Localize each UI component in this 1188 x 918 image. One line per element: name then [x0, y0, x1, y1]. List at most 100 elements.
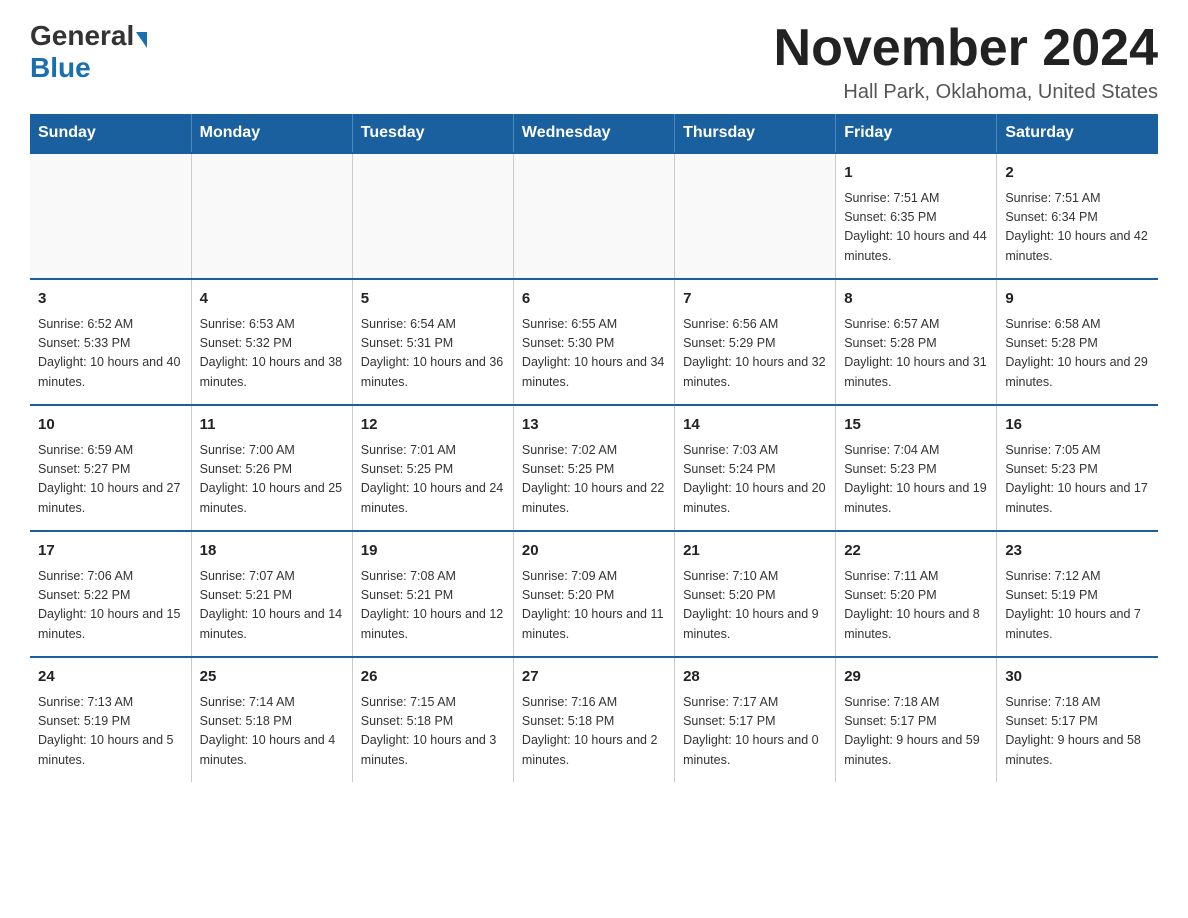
calendar-cell: 12 Sunrise: 7:01 AMSunset: 5:25 PMDayligh… [352, 405, 513, 531]
day-number: 30 [1005, 666, 1150, 689]
day-info: Sunrise: 6:55 AMSunset: 5:30 PMDaylight:… [522, 315, 666, 393]
calendar-cell: 8Sunrise: 6:57 AMSunset: 5:28 PMDaylight… [836, 279, 997, 405]
month-title: November 2024 [774, 20, 1158, 77]
day-info: Sunrise: 6:54 AMSunset: 5:31 PMDaylight:… [361, 315, 505, 393]
day-info: Sunrise: 7:17 AMSunset: 5:17 PMDaylight:… [683, 693, 827, 771]
day-number: 10 [38, 414, 183, 437]
day-info: Sunrise: 7:04 AMSunset: 5:23 PMDaylight:… [844, 441, 988, 519]
title-block: November 2024 Hall Park, Oklahoma, Unite… [774, 20, 1158, 104]
day-number: 4 [200, 288, 344, 311]
header-wednesday: Wednesday [513, 114, 674, 153]
calendar-cell: 17Sunrise: 7:06 AMSunset: 5:22 PMDayligh… [30, 531, 191, 657]
day-info: Sunrise: 7:10 AMSunset: 5:20 PMDaylight:… [683, 567, 827, 645]
day-info: Sunrise: 7:05 AMSunset: 5:23 PMDaylight:… [1005, 441, 1150, 519]
calendar-body: 1 Sunrise: 7:51 AMSunset: 6:35 PMDaylight… [30, 153, 1158, 782]
calendar-cell: 14Sunrise: 7:03 AMSunset: 5:24 PMDayligh… [675, 405, 836, 531]
day-info: Sunrise: 6:58 AMSunset: 5:28 PMDaylight:… [1005, 315, 1150, 393]
calendar-cell: 6 Sunrise: 6:55 AMSunset: 5:30 PMDaylight… [513, 279, 674, 405]
day-number: 16 [1005, 414, 1150, 437]
day-number: 2 [1005, 162, 1150, 185]
day-info: Sunrise: 7:15 AMSunset: 5:18 PMDaylight:… [361, 693, 505, 771]
day-info: Sunrise: 7:00 AMSunset: 5:26 PMDaylight:… [200, 441, 344, 519]
day-info: Sunrise: 6:56 AMSunset: 5:29 PMDaylight:… [683, 315, 827, 393]
day-info: Sunrise: 6:57 AMSunset: 5:28 PMDaylight:… [844, 315, 988, 393]
calendar-cell: 23 Sunrise: 7:12 AMSunset: 5:19 PMDayligh… [997, 531, 1158, 657]
day-number: 21 [683, 540, 827, 563]
calendar-cell: 15 Sunrise: 7:04 AMSunset: 5:23 PMDayligh… [836, 405, 997, 531]
calendar-cell: 30Sunrise: 7:18 AMSunset: 5:17 PMDayligh… [997, 657, 1158, 782]
day-info: Sunrise: 7:09 AMSunset: 5:20 PMDaylight:… [522, 567, 666, 645]
header-saturday: Saturday [997, 114, 1158, 153]
day-number: 12 [361, 414, 505, 437]
day-info: Sunrise: 7:12 AMSunset: 5:19 PMDaylight:… [1005, 567, 1150, 645]
day-number: 11 [200, 414, 344, 437]
calendar-cell: 22 Sunrise: 7:11 AMSunset: 5:20 PMDayligh… [836, 531, 997, 657]
calendar-week-4: 17Sunrise: 7:06 AMSunset: 5:22 PMDayligh… [30, 531, 1158, 657]
header-thursday: Thursday [675, 114, 836, 153]
day-number: 9 [1005, 288, 1150, 311]
calendar-cell: 1 Sunrise: 7:51 AMSunset: 6:35 PMDaylight… [836, 153, 997, 279]
day-info: Sunrise: 7:06 AMSunset: 5:22 PMDaylight:… [38, 567, 183, 645]
day-info: Sunrise: 7:01 AMSunset: 5:25 PMDaylight:… [361, 441, 505, 519]
day-number: 26 [361, 666, 505, 689]
calendar-cell: 16 Sunrise: 7:05 AMSunset: 5:23 PMDayligh… [997, 405, 1158, 531]
day-number: 28 [683, 666, 827, 689]
day-number: 25 [200, 666, 344, 689]
day-number: 5 [361, 288, 505, 311]
calendar-cell: 19 Sunrise: 7:08 AMSunset: 5:21 PMDayligh… [352, 531, 513, 657]
calendar-cell: 28 Sunrise: 7:17 AMSunset: 5:17 PMDayligh… [675, 657, 836, 782]
day-number: 15 [844, 414, 988, 437]
day-info: Sunrise: 6:59 AMSunset: 5:27 PMDaylight:… [38, 441, 183, 519]
calendar-cell: 5 Sunrise: 6:54 AMSunset: 5:31 PMDaylight… [352, 279, 513, 405]
logo: General Blue [30, 20, 147, 84]
calendar-cell: 20 Sunrise: 7:09 AMSunset: 5:20 PMDayligh… [513, 531, 674, 657]
day-info: Sunrise: 7:18 AMSunset: 5:17 PMDaylight:… [844, 693, 988, 771]
day-number: 13 [522, 414, 666, 437]
day-info: Sunrise: 7:07 AMSunset: 5:21 PMDaylight:… [200, 567, 344, 645]
day-number: 20 [522, 540, 666, 563]
day-info: Sunrise: 7:51 AMSunset: 6:35 PMDaylight:… [844, 189, 988, 267]
day-number: 23 [1005, 540, 1150, 563]
calendar-cell: 3Sunrise: 6:52 AMSunset: 5:33 PMDaylight… [30, 279, 191, 405]
day-info: Sunrise: 7:14 AMSunset: 5:18 PMDaylight:… [200, 693, 344, 771]
calendar-table: Sunday Monday Tuesday Wednesday Thursday… [30, 114, 1158, 782]
logo-blue-text: Blue [30, 52, 91, 84]
calendar-cell [513, 153, 674, 279]
day-number: 29 [844, 666, 988, 689]
day-info: Sunrise: 6:52 AMSunset: 5:33 PMDaylight:… [38, 315, 183, 393]
logo-arrow-icon [136, 32, 147, 48]
calendar-cell [352, 153, 513, 279]
logo-general-text: General [30, 20, 134, 52]
day-number: 6 [522, 288, 666, 311]
day-number: 18 [200, 540, 344, 563]
header-tuesday: Tuesday [352, 114, 513, 153]
calendar-cell: 2Sunrise: 7:51 AMSunset: 6:34 PMDaylight… [997, 153, 1158, 279]
day-number: 27 [522, 666, 666, 689]
calendar-cell: 25 Sunrise: 7:14 AMSunset: 5:18 PMDayligh… [191, 657, 352, 782]
day-info: Sunrise: 7:13 AMSunset: 5:19 PMDaylight:… [38, 693, 183, 771]
location-subtitle: Hall Park, Oklahoma, United States [774, 81, 1158, 104]
day-info: Sunrise: 7:03 AMSunset: 5:24 PMDaylight:… [683, 441, 827, 519]
calendar-week-1: 1 Sunrise: 7:51 AMSunset: 6:35 PMDaylight… [30, 153, 1158, 279]
header-monday: Monday [191, 114, 352, 153]
calendar-header-row: Sunday Monday Tuesday Wednesday Thursday… [30, 114, 1158, 153]
calendar-cell: 7Sunrise: 6:56 AMSunset: 5:29 PMDaylight… [675, 279, 836, 405]
day-info: Sunrise: 7:08 AMSunset: 5:21 PMDaylight:… [361, 567, 505, 645]
day-info: Sunrise: 7:16 AMSunset: 5:18 PMDaylight:… [522, 693, 666, 771]
calendar-cell [675, 153, 836, 279]
day-number: 1 [844, 162, 988, 185]
day-number: 24 [38, 666, 183, 689]
calendar-cell [191, 153, 352, 279]
day-number: 19 [361, 540, 505, 563]
day-number: 22 [844, 540, 988, 563]
day-info: Sunrise: 7:11 AMSunset: 5:20 PMDaylight:… [844, 567, 988, 645]
page-header: General Blue November 2024 Hall Park, Ok… [30, 20, 1158, 104]
calendar-cell: 26 Sunrise: 7:15 AMSunset: 5:18 PMDayligh… [352, 657, 513, 782]
calendar-cell: 29 Sunrise: 7:18 AMSunset: 5:17 PMDayligh… [836, 657, 997, 782]
calendar-cell: 27 Sunrise: 7:16 AMSunset: 5:18 PMDayligh… [513, 657, 674, 782]
calendar-cell: 13 Sunrise: 7:02 AMSunset: 5:25 PMDayligh… [513, 405, 674, 531]
calendar-cell [30, 153, 191, 279]
calendar-cell: 18 Sunrise: 7:07 AMSunset: 5:21 PMDayligh… [191, 531, 352, 657]
calendar-week-5: 24 Sunrise: 7:13 AMSunset: 5:19 PMDayligh… [30, 657, 1158, 782]
day-info: Sunrise: 7:02 AMSunset: 5:25 PMDaylight:… [522, 441, 666, 519]
